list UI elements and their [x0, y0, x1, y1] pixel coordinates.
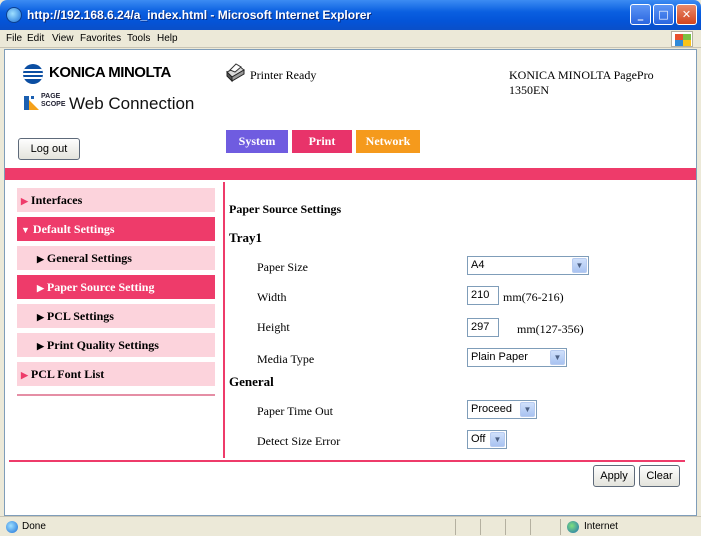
sidebar-item-pcl-font-list[interactable]: ▶ PCL Font List [17, 362, 215, 386]
pagescope-mark-icon [24, 96, 39, 110]
status-separator [455, 519, 456, 535]
status-separator [480, 519, 481, 535]
sidebar-divider [17, 394, 215, 396]
sidebar-item-paper-source-setting[interactable]: ▶ Paper Source Setting [17, 275, 215, 299]
sidebar-item-default-settings[interactable]: ▼ Default Settings [17, 217, 215, 241]
triangle-right-icon: ▶ [37, 254, 44, 264]
printer-model-line2: 1350EN [509, 83, 549, 97]
paper-size-label: Paper Size [257, 260, 308, 274]
width-unit: mm(76-216) [503, 290, 564, 304]
chevron-down-icon: ▼ [490, 432, 505, 447]
internet-explorer-icon [6, 7, 22, 23]
paper-size-select[interactable]: A4 ▼ [467, 256, 589, 275]
tab-system[interactable]: System [226, 130, 288, 153]
status-separator [560, 519, 561, 535]
general-heading: General [229, 374, 274, 389]
triangle-right-icon: ▶ [37, 283, 44, 293]
tab-network[interactable]: Network [356, 130, 420, 153]
security-zone-text: Internet [584, 521, 618, 532]
triangle-right-icon: ▶ [37, 341, 44, 351]
width-label: Width [257, 290, 287, 304]
page-done-icon [6, 521, 18, 533]
printer-status-text: Printer Ready [250, 68, 317, 82]
height-unit: mm(127-356) [517, 322, 584, 336]
chevron-down-icon: ▼ [572, 258, 587, 273]
sidebar-item-interfaces[interactable]: ▶ Interfaces [17, 188, 215, 212]
detect-size-error-select[interactable]: Off ▼ [467, 430, 507, 449]
status-separator [505, 519, 506, 535]
chevron-down-icon: ▼ [520, 402, 535, 417]
height-input[interactable]: 297 [467, 318, 499, 337]
logout-button[interactable]: Log out [18, 138, 80, 160]
clear-button[interactable]: Clear [639, 465, 680, 487]
windows-logo-icon [671, 31, 693, 47]
tray1-heading: Tray1 [229, 230, 262, 245]
window-title: http://192.168.6.24/a_index.html - Micro… [27, 8, 372, 22]
menu-help[interactable]: Help [157, 33, 178, 44]
menu-edit[interactable]: Edit [27, 33, 44, 44]
triangle-right-icon: ▶ [37, 312, 44, 322]
header-divider [5, 168, 696, 180]
status-separator [530, 519, 531, 535]
printer-icon [226, 63, 245, 83]
printer-model: KONICA MINOLTA PagePro 1350EN [509, 68, 654, 98]
menu-bar: File Edit View Favorites Tools Help [0, 30, 701, 48]
minimize-button[interactable]: _ [630, 4, 651, 25]
triangle-down-icon: ▼ [21, 225, 30, 235]
menu-file[interactable]: File [6, 33, 22, 44]
content-divider [223, 182, 225, 458]
menu-favorites[interactable]: Favorites [80, 33, 121, 44]
brand-name: KONICA MINOLTA [49, 64, 171, 81]
title-bar: http://192.168.6.24/a_index.html - Micro… [0, 0, 701, 30]
apply-button[interactable]: Apply [593, 465, 635, 487]
triangle-right-icon: ▶ [21, 370, 28, 380]
internet-zone-icon [567, 521, 579, 533]
height-label: Height [257, 320, 290, 334]
maximize-button[interactable]: □ [653, 4, 674, 25]
menu-view[interactable]: View [52, 33, 74, 44]
menu-tools[interactable]: Tools [127, 33, 150, 44]
paper-time-out-label: Paper Time Out [257, 404, 334, 418]
form-footer-divider [9, 460, 685, 462]
status-bar: Done Internet [0, 516, 701, 536]
detect-size-error-label: Detect Size Error [257, 434, 341, 448]
product-name: Web Connection [69, 94, 195, 113]
media-type-label: Media Type [257, 352, 315, 366]
media-type-select[interactable]: Plain Paper ▼ [467, 348, 567, 367]
page-title: Paper Source Settings [229, 202, 342, 216]
printer-model-line1: KONICA MINOLTA PagePro [509, 68, 654, 82]
status-text: Done [22, 521, 46, 532]
close-button[interactable]: ✕ [676, 4, 697, 25]
triangle-right-icon: ▶ [21, 196, 28, 206]
konica-minolta-globe-icon [23, 64, 43, 84]
page-content: KONICA MINOLTA PAGE SCOPE Web Connection… [4, 49, 697, 516]
pagescope-label: PAGE SCOPE [41, 93, 66, 108]
paper-time-out-select[interactable]: Proceed ▼ [467, 400, 537, 419]
sidebar-item-print-quality-settings[interactable]: ▶ Print Quality Settings [17, 333, 215, 357]
width-input[interactable]: 210 [467, 286, 499, 305]
sidebar-item-pcl-settings[interactable]: ▶ PCL Settings [17, 304, 215, 328]
chevron-down-icon: ▼ [550, 350, 565, 365]
tab-print[interactable]: Print [292, 130, 352, 153]
sidebar-item-general-settings[interactable]: ▶ General Settings [17, 246, 215, 270]
